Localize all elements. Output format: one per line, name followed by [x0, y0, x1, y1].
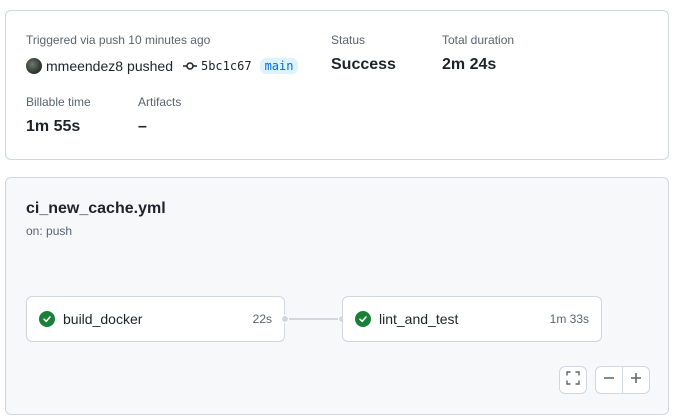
job-connector-dot-out: [281, 315, 289, 323]
job-build-docker[interactable]: build_docker 22s: [26, 296, 285, 342]
job-lint-and-test[interactable]: lint_and_test 1m 33s: [342, 296, 602, 342]
total-duration-value: 2m 24s: [442, 56, 497, 73]
workflow-file-name[interactable]: ci_new_cache.yml: [26, 200, 166, 218]
status-value: Success: [331, 56, 396, 73]
success-check-icon: [355, 311, 371, 327]
fullscreen-icon: [566, 370, 580, 390]
success-check-icon: [39, 311, 55, 327]
billable-time-value: 1m 55s: [26, 118, 81, 135]
job-name: lint_and_test: [379, 311, 459, 327]
trigger-label: Triggered via push 10 minutes ago: [26, 33, 211, 47]
status-label: Status: [331, 33, 366, 47]
plus-icon: [630, 371, 642, 389]
billable-time-label: Billable time: [26, 95, 91, 109]
fullscreen-button[interactable]: [559, 366, 587, 394]
push-action-text: pushed: [127, 58, 173, 74]
job-duration: 1m 33s: [549, 312, 589, 326]
run-summary-card: Triggered via push 10 minutes ago mmeend…: [5, 10, 669, 160]
artifacts-label: Artifacts: [138, 95, 182, 109]
avatar[interactable]: [26, 58, 42, 74]
job-duration: 22s: [252, 312, 272, 326]
workflow-graph-panel: ci_new_cache.yml on: push build_docker 2…: [5, 177, 669, 415]
branch-badge[interactable]: main: [259, 58, 299, 74]
zoom-controls: [595, 366, 650, 394]
git-commit-icon: [182, 61, 197, 71]
job-name: build_docker: [63, 311, 143, 327]
commit-sha-link[interactable]: 5bc1c67: [201, 59, 252, 73]
zoom-out-button[interactable]: [596, 367, 622, 393]
job-connector-line: [289, 318, 341, 320]
actor-link[interactable]: mmeendez8: [46, 58, 123, 74]
workflow-trigger: on: push: [26, 224, 73, 238]
artifacts-value: –: [138, 118, 147, 135]
total-duration-label: Total duration: [442, 33, 515, 47]
minus-icon: [603, 371, 615, 389]
trigger-details: mmeendez8 pushed 5bc1c67 main: [26, 58, 299, 74]
zoom-in-button[interactable]: [622, 367, 648, 393]
